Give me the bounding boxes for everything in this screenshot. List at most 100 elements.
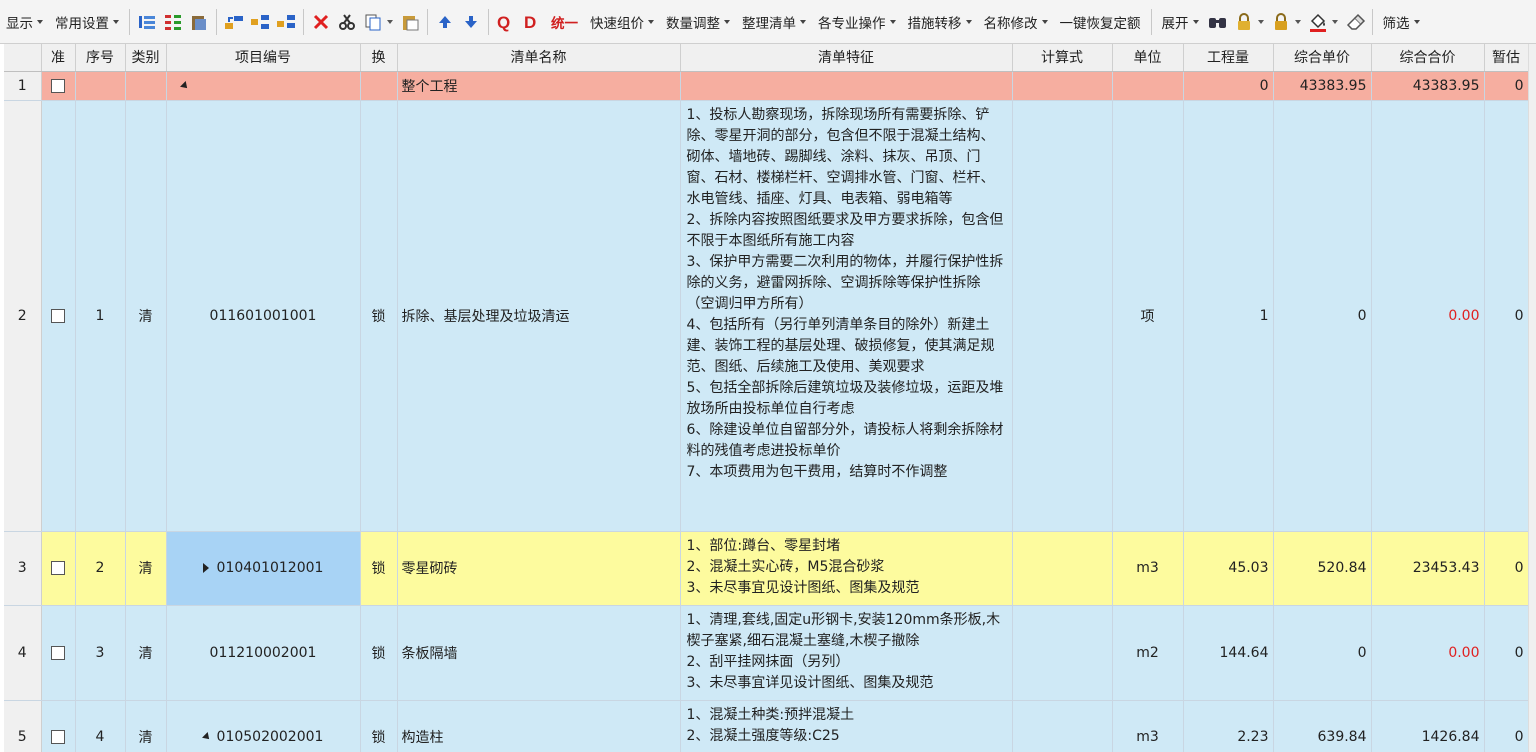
insert-child-icon[interactable] <box>248 9 272 35</box>
row-checkbox[interactable] <box>51 561 65 575</box>
binoculars-icon[interactable] <box>1206 9 1230 35</box>
measure-transfer-menu[interactable]: 措施转移 <box>902 0 978 43</box>
quantity-adjust-menu[interactable]: 数量调整 <box>660 0 736 43</box>
cell-category[interactable]: 清 <box>125 531 167 606</box>
move-up-icon[interactable] <box>433 9 457 35</box>
cell-unit[interactable]: m3 <box>1112 531 1184 606</box>
cell-code[interactable]: 010502002001 <box>166 700 361 752</box>
restore-quota-button[interactable]: 一键恢复定额 <box>1054 0 1147 43</box>
row-checkbox-cell[interactable] <box>41 605 76 701</box>
col-seq[interactable]: 序号 <box>75 44 126 72</box>
unify-button[interactable]: 统一 <box>545 0 584 43</box>
rename-menu[interactable]: 名称修改 <box>978 0 1054 43</box>
row-checkbox-cell[interactable] <box>41 531 76 606</box>
table-row[interactable]: 5 4 清 010502002001 锁 构造柱 1、混凝土种类:预拌混凝土 2… <box>4 700 1528 752</box>
indent-left-icon[interactable] <box>135 9 159 35</box>
eraser-icon[interactable] <box>1343 9 1367 35</box>
row-checkbox[interactable] <box>51 78 65 93</box>
cell-seq[interactable]: 3 <box>75 605 126 701</box>
cell-total-price[interactable]: 0.00 <box>1371 100 1485 532</box>
cell-total-price[interactable]: 43383.95 <box>1371 71 1485 101</box>
cell-total-price[interactable]: 0.00 <box>1371 605 1485 701</box>
cell-unit[interactable]: m2 <box>1112 605 1184 701</box>
col-formula[interactable]: 计算式 <box>1012 44 1113 72</box>
cell-swap[interactable]: 锁 <box>360 605 398 701</box>
cell-seq[interactable]: 4 <box>75 700 126 752</box>
cell-name[interactable]: 零星砌砖 <box>397 531 681 606</box>
cell-code[interactable]: 010401012001 <box>166 531 361 606</box>
collapse-toggle-icon[interactable] <box>201 732 212 742</box>
col-quantity[interactable]: 工程量 <box>1183 44 1274 72</box>
cell-feature[interactable]: 1、清理,套线,固定u形钢卡,安装120mm条形板,木楔子塞紧,细石混凝土塞缝,… <box>680 605 1013 701</box>
vertical-scrollbar[interactable] <box>1528 44 1536 752</box>
cell-provisional[interactable]: 0 <box>1484 100 1528 532</box>
cell-unit[interactable]: 项 <box>1112 100 1184 532</box>
cell-unit-price[interactable]: 520.84 <box>1273 531 1372 606</box>
cell-total-price[interactable]: 1426.84 <box>1371 700 1485 752</box>
col-provisional[interactable]: 暂估 <box>1484 44 1528 72</box>
filter-menu[interactable]: 筛选 <box>1377 0 1426 43</box>
cut-icon[interactable] <box>335 9 359 35</box>
quota-d-icon[interactable]: D <box>520 9 544 35</box>
cell-category[interactable]: 清 <box>125 100 167 532</box>
tree-structure-icon[interactable] <box>161 9 185 35</box>
cell-quantity[interactable]: 0 <box>1183 71 1274 101</box>
cell-total-price[interactable]: 23453.43 <box>1371 531 1485 606</box>
cell-provisional[interactable]: 0 <box>1484 605 1528 701</box>
cell-name[interactable]: 条板隔墙 <box>397 605 681 701</box>
row-checkbox-cell[interactable] <box>41 71 76 101</box>
cell-swap[interactable]: 锁 <box>360 700 398 752</box>
cell-unit[interactable] <box>1112 71 1184 101</box>
display-menu[interactable]: 显示 <box>0 0 49 43</box>
cell-unit-price[interactable]: 0 <box>1273 100 1372 532</box>
cell-unit-price[interactable]: 43383.95 <box>1273 71 1372 101</box>
cell-quantity[interactable]: 1 <box>1183 100 1274 532</box>
common-settings-menu[interactable]: 常用设置 <box>49 0 125 43</box>
cell-formula[interactable] <box>1012 100 1113 532</box>
col-total-price[interactable]: 综合合价 <box>1371 44 1485 72</box>
cell-category[interactable]: 清 <box>125 700 167 752</box>
cell-name[interactable]: 整个工程 <box>397 71 681 101</box>
cell-name[interactable]: 构造柱 <box>397 700 681 752</box>
col-swap[interactable]: 换 <box>360 44 398 72</box>
cell-quantity[interactable]: 144.64 <box>1183 605 1274 701</box>
insert-row-icon[interactable] <box>222 9 246 35</box>
cell-name[interactable]: 拆除、基层处理及垃圾清运 <box>397 100 681 532</box>
fill-color-icon[interactable] <box>1306 9 1330 35</box>
cell-code[interactable] <box>166 71 361 101</box>
row-checkbox[interactable] <box>51 645 65 660</box>
cell-provisional[interactable]: 0 <box>1484 531 1528 606</box>
table-row[interactable]: 4 3 清 011210002001 锁 条板隔墙 1、清理,套线,固定u形钢卡… <box>4 605 1528 701</box>
lock-icon[interactable] <box>1232 9 1256 35</box>
cell-swap[interactable]: 锁 <box>360 531 398 606</box>
col-category[interactable]: 类别 <box>125 44 167 72</box>
cell-feature[interactable]: 1、部位:蹲台、零星封堵 2、混凝土实心砖，M5混合砂浆 3、未尽事宜见设计图纸… <box>680 531 1013 606</box>
chevron-down-icon[interactable] <box>1257 19 1264 24</box>
delete-icon[interactable] <box>309 9 333 35</box>
cell-unit-price[interactable]: 0 <box>1273 605 1372 701</box>
copy-icon[interactable] <box>361 9 385 35</box>
move-down-icon[interactable] <box>459 9 483 35</box>
table-row[interactable]: 1 整个工程 0 43383.95 43383.95 0 <box>4 71 1528 101</box>
cell-unit-price[interactable]: 639.84 <box>1273 700 1372 752</box>
col-feature[interactable]: 清单特征 <box>680 44 1013 72</box>
clipboard-icon[interactable] <box>187 9 211 35</box>
cell-feature[interactable]: 1、混凝土种类:预拌混凝土 2、混凝土强度等级:C25 <box>680 700 1013 752</box>
collapse-toggle-icon[interactable] <box>179 80 190 91</box>
table-row[interactable]: 3 2 清 010401012001 锁 零星砌砖 1、部位:蹲台、零星封堵 2… <box>4 531 1528 606</box>
lock-all-icon[interactable] <box>1269 9 1293 35</box>
cell-formula[interactable] <box>1012 531 1113 606</box>
cell-seq[interactable] <box>75 71 126 101</box>
cell-unit[interactable]: m3 <box>1112 700 1184 752</box>
specialty-ops-menu[interactable]: 各专业操作 <box>812 0 902 43</box>
expand-menu[interactable]: 展开 <box>1156 0 1205 43</box>
row-checkbox[interactable] <box>51 308 65 323</box>
cell-category[interactable] <box>125 71 167 101</box>
cell-formula[interactable] <box>1012 700 1113 752</box>
cell-swap[interactable] <box>360 71 398 101</box>
cell-seq[interactable]: 1 <box>75 100 126 532</box>
row-checkbox-cell[interactable] <box>41 100 76 532</box>
col-unit[interactable]: 单位 <box>1112 44 1184 72</box>
cell-seq[interactable]: 2 <box>75 531 126 606</box>
cell-formula[interactable] <box>1012 605 1113 701</box>
